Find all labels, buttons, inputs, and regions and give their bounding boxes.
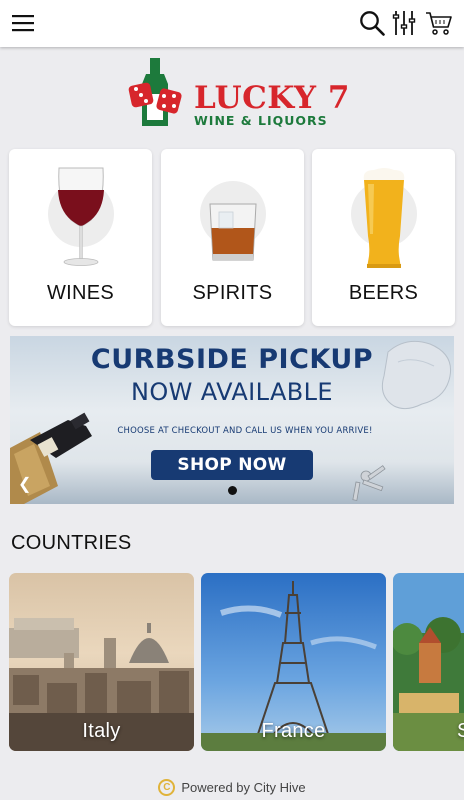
logo-subtitle: WINE & LIQUORS [194,113,328,128]
shop-now-button[interactable]: SHOP NOW [151,450,313,480]
banner-instructions: CHOOSE AT CHECKOUT AND CALL US WHEN YOU … [117,426,373,436]
promo-banner[interactable]: CURBSIDE PICKUP NOW AVAILABLE CHOOSE AT … [10,336,454,504]
carousel-prev-icon[interactable]: ❮ [18,474,31,494]
city-hive-logo-icon: C [158,778,176,796]
country-card-spain[interactable]: S [393,573,464,751]
country-label: France [261,720,326,742]
beer-glass-icon [312,164,455,272]
top-bar [0,0,464,47]
section-title: COUNTRIES [11,532,132,554]
cart-icon[interactable] [424,8,454,38]
banner-subheadline: NOW AVAILABLE [130,378,333,406]
country-label: S [457,720,464,742]
powered-by-text: Powered by City Hive [181,779,306,795]
category-card-beers[interactable]: BEERS [312,149,455,326]
powered-by-footer[interactable]: C Powered by City Hive [0,776,464,798]
category-label: WINES [46,282,115,304]
category-card-spirits[interactable]: SPIRITS [161,149,304,326]
menu-icon[interactable] [10,8,36,38]
banner-headline: CURBSIDE PICKUP [90,344,374,375]
wine-glass-icon [9,164,152,272]
whiskey-glass-icon [161,164,304,272]
logo-brand-text: LUCKY 7 [194,80,350,116]
category-label: BEERS [348,282,419,304]
spain-park-image [393,573,464,751]
category-card-wines[interactable]: WINES [9,149,152,326]
store-logo[interactable]: LUCKY 7 WINE & LIQUORS [128,56,349,128]
country-card-france[interactable]: France [201,573,386,751]
search-icon[interactable] [358,8,386,38]
country-card-italy[interactable]: Italy [9,573,194,751]
category-label: SPIRITS [192,282,273,304]
filter-icon[interactable] [391,8,417,38]
country-label: Italy [82,720,121,742]
bottle-dice-icon [128,58,182,126]
carousel-indicator[interactable] [228,486,237,495]
